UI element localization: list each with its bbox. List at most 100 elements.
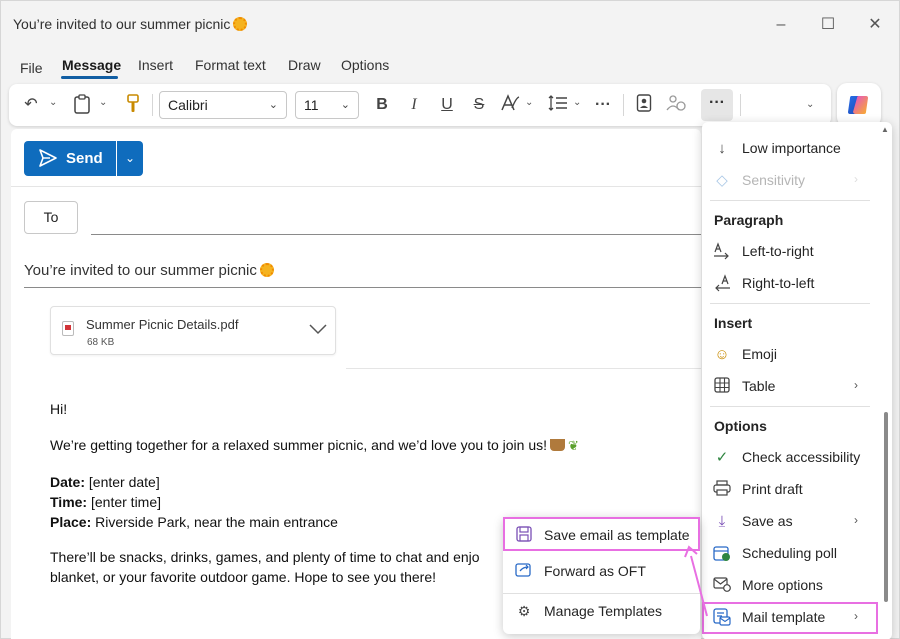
date-value: [enter date] <box>85 474 160 490</box>
save-template-highlight-box <box>503 517 700 551</box>
menu-item-label: Table <box>742 378 776 394</box>
tab-format-text[interactable]: Format text <box>195 57 266 73</box>
place-value: Riverside Park, near the main entrance <box>91 514 338 530</box>
submenu-item-manage-templates[interactable]: ⚙ Manage Templates <box>503 594 700 628</box>
format-painter-icon[interactable] <box>122 94 144 116</box>
menu-item-label: Low importance <box>742 140 841 156</box>
scheduling-poll-icon <box>712 544 732 564</box>
accessibility-check-icon: ✓ <box>715 449 729 466</box>
chevron-down-icon: ⌄ <box>268 99 278 111</box>
section-heading-insert: Insert <box>714 315 753 331</box>
scroll-up-arrow-icon[interactable]: ▲ <box>881 125 889 134</box>
text-effects-chevron-down-icon[interactable]: ⌄ <box>525 97 533 108</box>
submenu-item-label: Manage Templates <box>544 603 663 619</box>
mail-template-submenu: Save email as template Forward as OFT ⚙ … <box>503 517 700 634</box>
font-size-dropdown[interactable]: 11 ⌄ <box>295 91 359 119</box>
sensitivity-tag-icon: ◇ <box>716 172 728 189</box>
people-icon[interactable] <box>665 94 687 116</box>
line-spacing-chevron-down-icon[interactable]: ⌄ <box>573 97 581 108</box>
menu-item-low-importance[interactable]: ↓ Low importance <box>712 134 880 164</box>
minimize-button[interactable]: – <box>769 13 793 37</box>
strikethrough-button[interactable]: S <box>468 94 490 116</box>
font-size-value: 11 <box>304 97 319 113</box>
italic-button[interactable]: I <box>403 94 425 116</box>
text-effects-icon[interactable] <box>499 94 521 116</box>
body-closing-line-2: blanket, or your favorite outdoor game. … <box>50 569 437 585</box>
body-intro-text: We’re getting together for a relaxed sum… <box>50 437 547 453</box>
menu-item-save-as[interactable]: ⤓ Save as › <box>712 507 880 537</box>
menu-item-more-options[interactable]: More options <box>712 571 880 601</box>
arrow-down-icon: ↓ <box>718 140 726 157</box>
chevron-right-icon: › <box>854 172 858 186</box>
menu-item-label: Left-to-right <box>742 243 814 259</box>
divider <box>710 406 870 407</box>
undo-icon[interactable]: ↶ <box>20 94 42 116</box>
tab-draw[interactable]: Draw <box>288 57 321 73</box>
body-greeting: Hi! <box>50 401 68 417</box>
submenu-item-forward-as-oft[interactable]: Forward as OFT <box>503 554 700 588</box>
printer-icon <box>712 480 732 500</box>
divider <box>710 303 870 304</box>
more-commands-button[interactable]: ··· <box>701 89 733 121</box>
copilot-button[interactable] <box>837 83 881 127</box>
send-label: Send <box>66 150 103 167</box>
menu-item-label: Emoji <box>742 346 778 362</box>
contact-card-icon[interactable] <box>633 94 655 116</box>
ribbon-chevron-down-icon[interactable]: ⌄ <box>806 99 814 110</box>
place-label: Place: <box>50 514 92 530</box>
menu-item-left-to-right[interactable]: Left-to-right <box>712 237 880 267</box>
paste-icon[interactable] <box>71 94 93 116</box>
chevron-down-icon[interactable] <box>309 319 327 340</box>
paste-chevron-down-icon[interactable]: ⌄ <box>99 97 107 108</box>
body-closing-line-1: There’ll be snacks, drinks, games, and p… <box>50 549 480 565</box>
divider <box>11 186 701 187</box>
to-input[interactable] <box>91 234 701 235</box>
tab-insert[interactable]: Insert <box>138 57 173 73</box>
attachment-card[interactable]: Summer Picnic Details.pdf 68 KB <box>50 306 336 355</box>
send-options-chevron-button[interactable]: ⌄ <box>117 141 143 176</box>
menu-scrollbar[interactable] <box>884 412 888 602</box>
line-spacing-icon[interactable] <box>547 94 569 116</box>
outlook-compose-window: You’re invited to our summer picnic – ☐ … <box>0 0 900 639</box>
menu-item-scheduling-poll[interactable]: Scheduling poll <box>712 539 880 569</box>
section-heading-options: Options <box>714 418 767 434</box>
window-title: You’re invited to our summer picnic <box>13 16 248 32</box>
tab-options[interactable]: Options <box>341 57 389 73</box>
ribbon-divider <box>740 94 741 116</box>
section-heading-paragraph: Paragraph <box>714 212 784 228</box>
ribbon-toolbar: ↶ ⌄ ⌄ Calibri ⌄ 11 ⌄ B I U S ⌄ ⌄ ··· ···… <box>9 84 831 126</box>
more-formatting-icon[interactable]: ··· <box>592 94 614 116</box>
download-icon: ⤓ <box>718 513 726 530</box>
ribbon-divider <box>623 94 624 116</box>
tab-message[interactable]: Message <box>62 57 121 73</box>
tab-file[interactable]: File <box>20 60 43 76</box>
undo-chevron-down-icon[interactable]: ⌄ <box>49 97 57 108</box>
copilot-icon <box>848 95 868 115</box>
ribbon-divider <box>152 94 153 116</box>
pdf-file-icon <box>62 321 74 336</box>
mail-settings-icon <box>712 576 732 596</box>
close-button[interactable]: ✕ <box>863 13 887 37</box>
subject-field[interactable]: You’re invited to our summer picnic <box>24 262 274 279</box>
title-bar: You’re invited to our summer picnic – ☐ … <box>1 1 900 49</box>
menu-item-table[interactable]: Table › <box>712 372 880 402</box>
time-value: [enter time] <box>87 494 162 510</box>
underline-button[interactable]: U <box>436 94 458 116</box>
to-button[interactable]: To <box>24 201 78 234</box>
bold-button[interactable]: B <box>371 94 393 116</box>
forward-template-icon <box>515 562 533 580</box>
font-family-dropdown[interactable]: Calibri ⌄ <box>159 91 287 119</box>
divider <box>346 368 701 369</box>
menu-item-label: Right-to-left <box>742 275 815 291</box>
menu-item-print-draft[interactable]: Print draft <box>712 475 880 505</box>
send-button[interactable]: Send <box>24 141 116 176</box>
window-title-text: You’re invited to our summer picnic <box>13 16 231 32</box>
menu-item-right-to-left[interactable]: Right-to-left <box>712 269 880 299</box>
menu-item-emoji[interactable]: ☺ Emoji <box>712 340 880 370</box>
menu-bar: File Message Insert Format text Draw Opt… <box>1 51 900 81</box>
menu-item-check-accessibility[interactable]: ✓ Check accessibility <box>712 443 880 473</box>
send-icon <box>38 148 58 173</box>
maximize-button[interactable]: ☐ <box>816 13 840 37</box>
font-family-value: Calibri <box>168 97 208 113</box>
right-to-left-icon <box>712 274 732 294</box>
